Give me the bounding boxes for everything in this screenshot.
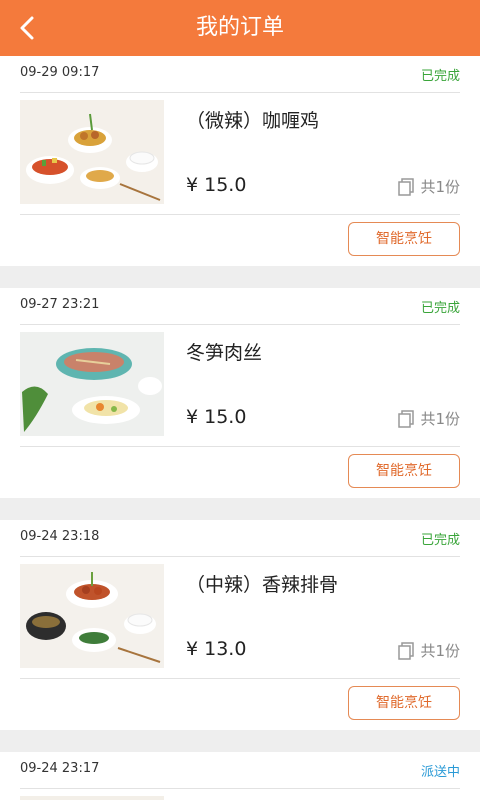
order-card[interactable]: 09-29 09:17 已完成 （微辣）咖喱鸡 ¥ 15.0 共1份 智能烹饪 [0, 56, 480, 266]
copy-icon [396, 177, 416, 197]
order-status: 已完成 [420, 533, 460, 548]
divider [20, 678, 460, 679]
order-status: 已完成 [420, 69, 460, 84]
order-time: 09-29 09:17 [20, 65, 100, 80]
divider [20, 324, 460, 325]
copy-icon [396, 641, 416, 661]
order-header: 09-24 23:18 已完成 [0, 520, 480, 556]
dish-name: 冬笋肉丝 [186, 342, 263, 364]
order-card[interactable]: 09-27 23:21 已完成 冬笋肉丝 ¥ 15.0 共1份 智能烹饪 [0, 288, 480, 498]
copy-icon [396, 409, 416, 429]
divider [20, 214, 460, 215]
order-header: 09-27 23:21 已完成 [0, 288, 480, 324]
dish-price: ¥ 13.0 [186, 638, 247, 660]
order-status: 派送中 [420, 765, 460, 780]
order-status: 已完成 [420, 301, 460, 316]
order-time: 09-24 23:18 [20, 529, 100, 544]
dish-name: （微辣）咖喱鸡 [186, 110, 320, 132]
smart-cook-button[interactable]: 智能烹饪 [348, 454, 460, 488]
order-list[interactable]: 09-29 09:17 已完成 （微辣）咖喱鸡 ¥ 15.0 共1份 智能烹饪 … [0, 56, 480, 800]
order-card[interactable]: 09-24 23:17 派送中 [0, 752, 480, 800]
order-header: 09-24 23:17 派送中 [0, 752, 480, 788]
dish-price: ¥ 15.0 [186, 174, 247, 196]
divider [20, 446, 460, 447]
smart-cook-button[interactable]: 智能烹饪 [348, 686, 460, 720]
dish-image [20, 100, 164, 204]
dish-image [20, 332, 164, 436]
divider [20, 556, 460, 557]
page-title: 我的订单 [195, 15, 284, 40]
quantity: 共1份 [396, 640, 460, 661]
quantity-label: 共1份 [420, 410, 460, 428]
quantity: 共1份 [396, 176, 460, 197]
smart-cook-button[interactable]: 智能烹饪 [348, 222, 460, 256]
quantity-label: 共1份 [420, 178, 460, 196]
dish-image [20, 796, 164, 800]
divider [20, 92, 460, 93]
order-header: 09-29 09:17 已完成 [0, 56, 480, 92]
app-header: 我的订单 [0, 0, 480, 56]
quantity-label: 共1份 [420, 642, 460, 660]
dish-image [20, 564, 164, 668]
order-time: 09-24 23:17 [20, 761, 100, 776]
dish-price: ¥ 15.0 [186, 406, 247, 428]
order-card[interactable]: 09-24 23:18 已完成 （中辣）香辣排骨 ¥ 13.0 共1份 智能烹饪 [0, 520, 480, 730]
divider [20, 788, 460, 789]
dish-name: （中辣）香辣排骨 [186, 574, 339, 596]
order-time: 09-27 23:21 [20, 297, 100, 312]
quantity: 共1份 [396, 408, 460, 429]
